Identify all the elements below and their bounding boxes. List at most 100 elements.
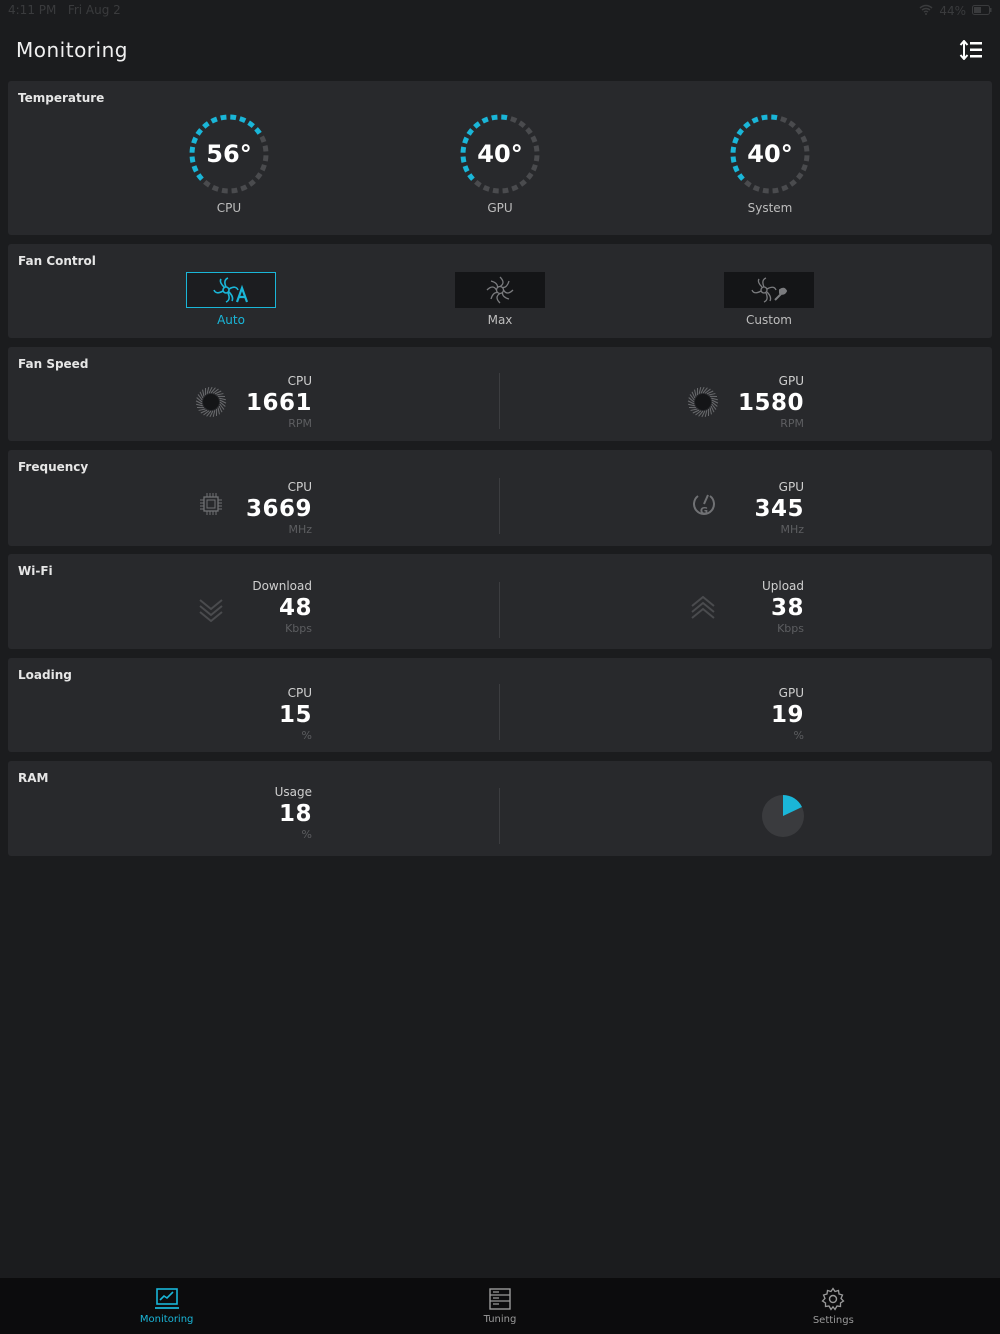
metric-unit: RPM [288, 417, 312, 430]
metric-unit: % [301, 828, 312, 841]
frequency-card: Frequency CPU 3669 MHz G GPU 345 MHz [8, 450, 992, 546]
fan-custom-icon [751, 277, 788, 303]
metric-value: 1580 [737, 390, 804, 416]
metric-value: 345 [754, 496, 804, 522]
cpu-frequency: CPU 3669 MHz [246, 479, 312, 537]
status-time: 4:11 PM [8, 3, 57, 17]
gauge-label: CPU [216, 201, 242, 215]
wifi-upload: Upload 38 Kbps [762, 578, 804, 636]
fan-mode-custom-button[interactable]: Custom [723, 272, 815, 334]
divider [499, 478, 500, 534]
fan-mode-label: Custom [746, 313, 792, 327]
battery-icon [972, 4, 992, 18]
metric-unit: MHz [288, 523, 312, 536]
upload-chevron-icon [691, 596, 715, 619]
cpu-chip-icon [200, 493, 222, 515]
fan-mode-max-button[interactable]: Max [454, 272, 546, 334]
metric-value: 38 [770, 595, 804, 621]
gauge-label: System [747, 201, 793, 215]
card-title: Wi-Fi [18, 564, 53, 578]
tab-tuning[interactable]: Tuning [333, 1278, 666, 1334]
divider [499, 684, 500, 740]
gpu-fan-icon [687, 386, 719, 418]
reorder-icon [959, 40, 982, 60]
ram-usage: Usage 18 % [275, 784, 312, 842]
metric-caption: GPU [778, 686, 804, 700]
cpu-fan-speed: CPU 1661 RPM [246, 373, 312, 431]
status-bar: 4:11 PM Fri Aug 2 44% [0, 0, 1000, 22]
metric-caption: GPU [778, 374, 804, 388]
wifi-download: Download 48 Kbps [252, 578, 312, 636]
gauge-value: 40° [747, 140, 793, 168]
card-title: Fan Control [18, 254, 96, 268]
gpu-frequency: GPU 345 MHz [754, 479, 804, 537]
fan-mode-label: Auto [217, 313, 245, 327]
metric-unit: Kbps [285, 622, 312, 635]
metric-unit: % [793, 729, 804, 742]
gpu-gauge-icon: G [693, 494, 715, 517]
gauge-value: 56° [206, 140, 252, 168]
fan-control-card: Fan Control Auto Max Custom [8, 244, 992, 338]
settings-gear-icon [821, 1286, 845, 1311]
ram-card: RAM Usage 18 % [8, 761, 992, 856]
gauge-cpu: 56° CPU [184, 111, 274, 221]
fan-max-icon [486, 276, 514, 304]
gauge-system: 40° System [725, 111, 815, 221]
fan-auto-icon [213, 277, 249, 303]
fan-speed-card: Fan Speed CPU 1661 RPM GPU 1580 RPM [8, 347, 992, 441]
card-title: Frequency [18, 460, 89, 474]
metric-value: 48 [278, 595, 312, 621]
tab-label: Settings [812, 1314, 854, 1326]
card-title: Fan Speed [18, 357, 89, 371]
fan-mode-auto-button[interactable]: Auto [185, 272, 277, 334]
metric-value: 15 [278, 702, 312, 728]
status-date: Fri Aug 2 [67, 3, 121, 17]
temperature-card: Temperature 56° CPU 40° GPU 40° System [8, 81, 992, 235]
metric-caption: Usage [274, 785, 312, 799]
monitoring-icon [154, 1287, 179, 1309]
gpu-loading: GPU 19 % [771, 685, 804, 743]
tab-settings[interactable]: Settings [667, 1278, 1000, 1334]
status-right: 44% [919, 3, 992, 19]
tab-bar: Monitoring Tuning Settings [0, 1278, 1000, 1334]
metric-value: 1661 [245, 390, 312, 416]
status-left: 4:11 PM Fri Aug 2 [8, 3, 121, 19]
download-chevron-icon [199, 599, 223, 622]
fan-mode-box [724, 272, 814, 308]
gauge-ring: 40° [727, 111, 813, 197]
loading-card: Loading CPU 15 % GPU 19 % [8, 658, 992, 752]
gauge-gpu: 40° GPU [455, 111, 545, 221]
tab-label: Monitoring [139, 1313, 194, 1325]
fan-mode-box [455, 272, 545, 308]
wifi-signal-icon [919, 4, 933, 18]
gauge-label: GPU [487, 201, 513, 215]
gauge-value: 40° [477, 140, 523, 168]
fan-mode-box [186, 272, 276, 308]
tab-label: Tuning [483, 1313, 517, 1325]
divider [499, 582, 500, 638]
metric-unit: RPM [780, 417, 804, 430]
metric-unit: % [301, 729, 312, 742]
divider [499, 788, 500, 844]
metric-unit: MHz [780, 523, 804, 536]
header: Monitoring [0, 22, 1000, 78]
metric-value: 19 [770, 702, 804, 728]
card-title: Temperature [18, 91, 105, 105]
ram-usage-pie [762, 795, 804, 837]
page-title: Monitoring [16, 38, 128, 62]
metric-unit: Kbps [777, 622, 804, 635]
tab-monitoring[interactable]: Monitoring [0, 1278, 333, 1334]
gpu-fan-speed: GPU 1580 RPM [738, 373, 804, 431]
reorder-button[interactable] [958, 37, 984, 63]
metric-value: 18 [278, 801, 312, 827]
card-title: Loading [18, 668, 72, 682]
metric-value: 3669 [245, 496, 312, 522]
metric-caption: GPU [778, 480, 804, 494]
cpu-loading: CPU 15 % [279, 685, 312, 743]
svg-text:G: G [700, 506, 708, 517]
metric-caption: CPU [287, 686, 312, 700]
tuning-icon [489, 1287, 511, 1310]
battery-percent: 44% [939, 4, 966, 18]
wifi-card: Wi-Fi Download 48 Kbps Upload 38 Kbps [8, 554, 992, 649]
metric-caption: Upload [761, 579, 804, 593]
